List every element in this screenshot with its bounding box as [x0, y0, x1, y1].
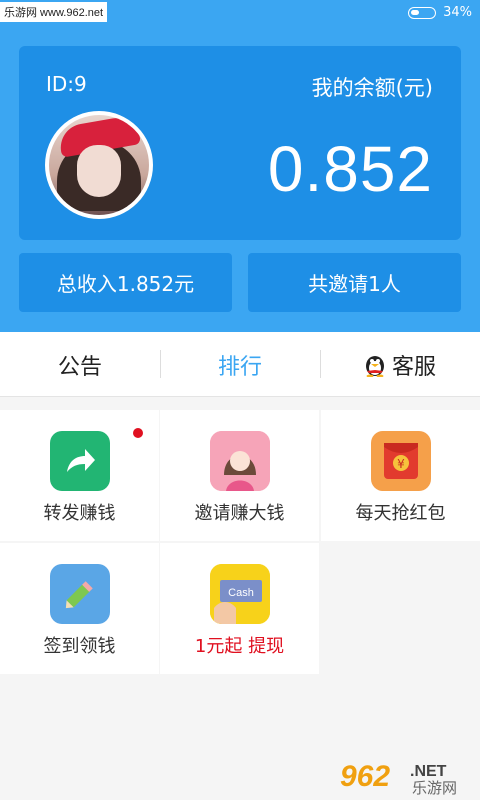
feature-grid: 转发赚钱 邀请赚大钱 ¥ 每天抢红包 签到领钱 Cash 1元起 提现 [0, 410, 480, 674]
item-label: 邀请赚大钱 [194, 503, 285, 524]
pencil-icon [49, 564, 110, 624]
tab-customer-service[interactable]: 客服 [320, 332, 480, 397]
svg-text:Cash: Cash [228, 587, 254, 599]
balance-value: 0.852 [267, 133, 433, 205]
header-area: 乐游网 www.962.net 34% ID:9 我的余额(元) 0.852 总… [0, 0, 480, 332]
watermark-name: 乐游网 [412, 779, 457, 796]
site-tag: 乐游网 www.962.net [0, 2, 108, 22]
balance-label: 我的余额(元) [311, 76, 433, 100]
cash-icon: Cash [209, 564, 270, 624]
share-arrow-icon [49, 431, 110, 491]
watermark-suffix: .NET [410, 763, 447, 780]
watermark-logo: 962 .NET 乐游网 [338, 756, 474, 797]
item-label: 1元起 提现 [194, 636, 285, 657]
total-income-button[interactable]: 总收入1.852元 [19, 253, 232, 312]
balance-card: ID:9 我的余额(元) 0.852 [19, 46, 461, 240]
checkin-item[interactable]: 签到领钱 [0, 543, 159, 674]
invites-button[interactable]: 共邀请1人 [248, 253, 461, 312]
tab-announcement[interactable]: 公告 [0, 332, 160, 397]
item-label: 签到领钱 [43, 636, 116, 657]
tab-label: 排行 [217, 354, 262, 380]
battery-icon [408, 7, 436, 19]
item-label: 每天抢红包 [355, 503, 446, 524]
red-envelope-item[interactable]: ¥ 每天抢红包 [321, 410, 480, 541]
battery-percent: 34% [443, 5, 472, 20]
red-envelope-icon: ¥ [370, 431, 431, 491]
user-id: ID:9 [46, 72, 87, 96]
notification-dot [133, 428, 143, 438]
share-earn-item[interactable]: 转发赚钱 [0, 410, 159, 541]
withdraw-item[interactable]: Cash 1元起 提现 [160, 543, 319, 674]
tab-label: 公告 [57, 354, 102, 380]
avatar-photo [49, 115, 149, 215]
svg-text:¥: ¥ [397, 457, 405, 471]
avatar[interactable] [45, 111, 153, 219]
qq-penguin-icon [364, 353, 386, 377]
invite-girl-icon [209, 431, 270, 491]
invite-earn-item[interactable]: 邀请赚大钱 [160, 410, 319, 541]
tab-label: 客服 [391, 354, 436, 380]
item-label: 转发赚钱 [43, 503, 116, 524]
status-bar: 乐游网 www.962.net 34% [0, 0, 480, 26]
tab-bar: 公告 排行 客服 [0, 332, 480, 397]
watermark-number: 962 [340, 760, 390, 793]
tab-ranking[interactable]: 排行 [160, 332, 320, 397]
